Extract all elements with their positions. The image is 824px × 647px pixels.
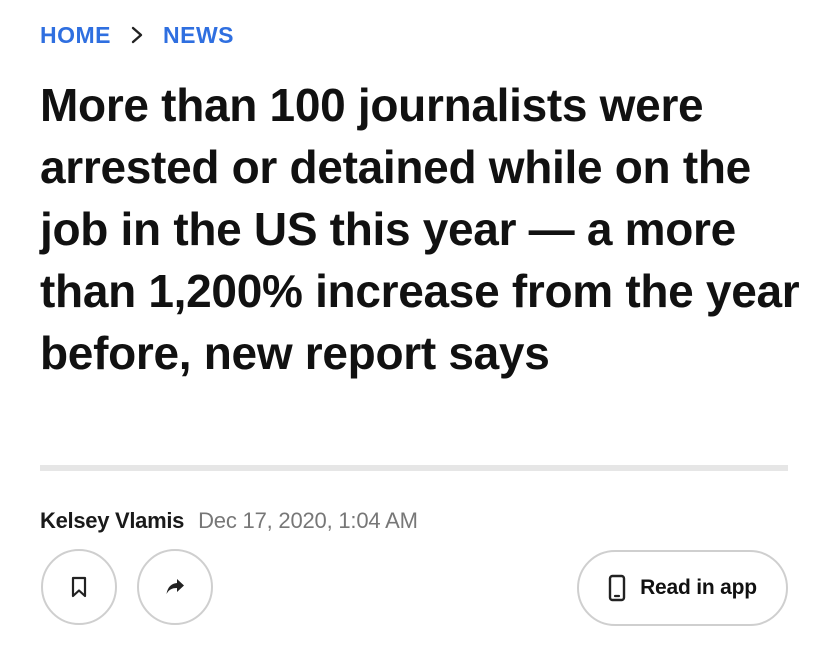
read-in-app-label: Read in app bbox=[640, 576, 757, 599]
read-in-app-button[interactable]: Read in app bbox=[577, 550, 788, 626]
breadcrumb: HOME NEWS bbox=[40, 20, 234, 50]
share-arrow-icon bbox=[164, 577, 186, 597]
author-name[interactable]: Kelsey Vlamis bbox=[40, 508, 184, 534]
breadcrumb-news-link[interactable]: NEWS bbox=[163, 22, 234, 49]
phone-icon bbox=[608, 574, 626, 602]
headline-divider bbox=[40, 465, 788, 471]
chevron-right-icon bbox=[111, 20, 163, 50]
share-button[interactable] bbox=[137, 549, 213, 625]
article-headline: More than 100 journalists were arrested … bbox=[40, 79, 800, 379]
byline: Kelsey Vlamis Dec 17, 2020, 1:04 AM bbox=[40, 505, 418, 537]
bookmark-button[interactable] bbox=[41, 549, 117, 625]
publish-timestamp: Dec 17, 2020, 1:04 AM bbox=[198, 508, 418, 533]
breadcrumb-home-link[interactable]: HOME bbox=[40, 22, 111, 49]
bookmark-icon bbox=[70, 576, 88, 598]
